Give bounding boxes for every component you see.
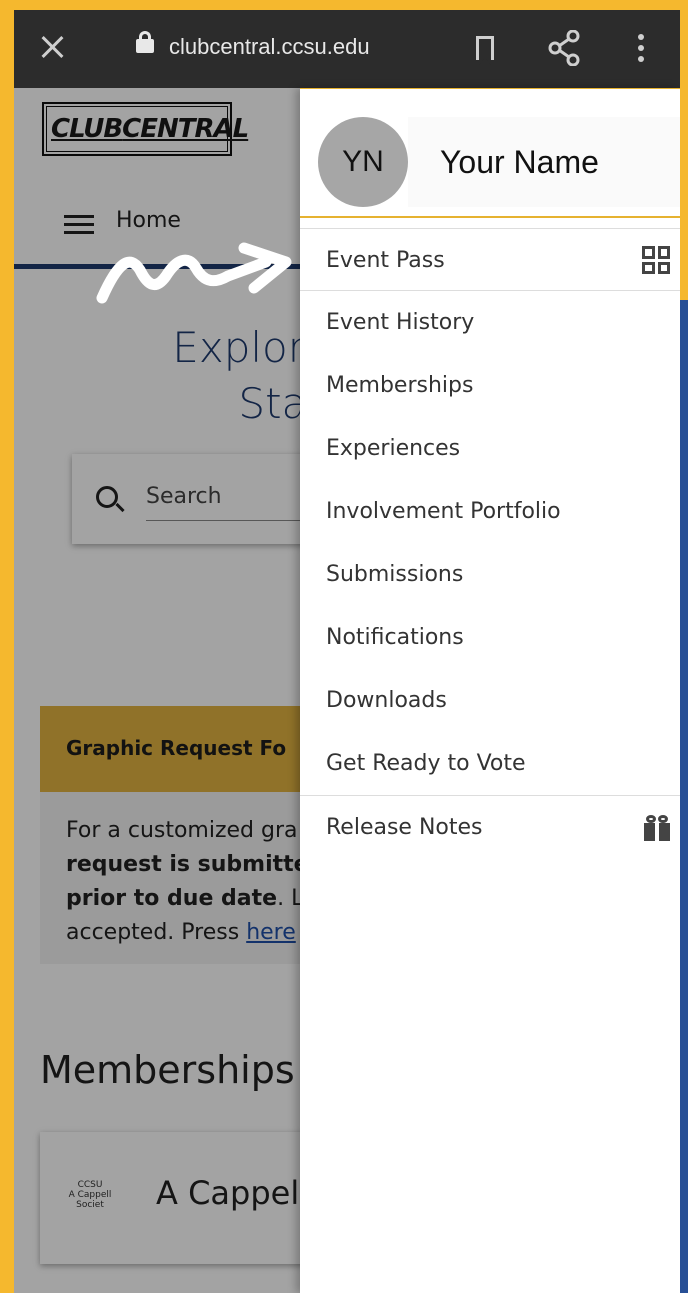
menu-item-notifications[interactable]: Notifications <box>300 606 680 669</box>
squiggle-arrow-icon <box>96 242 292 304</box>
menu-item-event-pass[interactable]: Event Pass <box>300 228 680 291</box>
menu-item-submissions[interactable]: Submissions <box>300 543 680 606</box>
phone-screen: clubcentral.ccsu.edu CLUBCENTRAL Home Ex… <box>14 10 680 1293</box>
more-options-icon[interactable] <box>636 34 646 64</box>
menu-item-label: Notifications <box>326 625 464 650</box>
profile-header[interactable]: YN Your Name <box>300 88 680 218</box>
profile-name: Your Name <box>408 117 680 207</box>
close-icon[interactable] <box>38 32 68 62</box>
menu-item-label: Get Ready to Vote <box>326 751 526 776</box>
menu-item-label: Experiences <box>326 436 461 461</box>
menu-item-event-history[interactable]: Event History <box>300 291 680 354</box>
menu-item-label: Downloads <box>326 688 447 713</box>
menu-item-label: Involvement Portfolio <box>326 499 561 524</box>
menu-item-release-notes[interactable]: Release Notes <box>300 795 680 859</box>
menu-item-downloads[interactable]: Downloads <box>300 669 680 732</box>
user-menu-drawer: YN Your Name Event Pass Event History Me… <box>300 88 680 1293</box>
drawer-menu-list: Event Pass Event History Memberships Exp… <box>300 228 680 859</box>
bookmark-icon[interactable] <box>476 36 494 66</box>
share-icon[interactable] <box>548 30 580 66</box>
avatar[interactable]: YN <box>318 117 408 207</box>
menu-item-label: Release Notes <box>326 815 483 840</box>
menu-item-label: Event Pass <box>326 248 445 273</box>
menu-item-memberships[interactable]: Memberships <box>300 354 680 417</box>
menu-item-involvement-portfolio[interactable]: Involvement Portfolio <box>300 480 680 543</box>
menu-item-label: Submissions <box>326 562 464 587</box>
url-text[interactable]: clubcentral.ccsu.edu <box>169 34 370 60</box>
menu-item-label: Event History <box>326 310 475 335</box>
browser-toolbar: clubcentral.ccsu.edu <box>14 10 680 88</box>
lock-icon <box>136 31 154 53</box>
menu-item-label: Memberships <box>326 373 474 398</box>
menu-item-experiences[interactable]: Experiences <box>300 417 680 480</box>
gift-icon <box>642 813 672 843</box>
qr-code-icon <box>642 246 672 276</box>
menu-item-get-ready-to-vote[interactable]: Get Ready to Vote <box>300 732 680 795</box>
